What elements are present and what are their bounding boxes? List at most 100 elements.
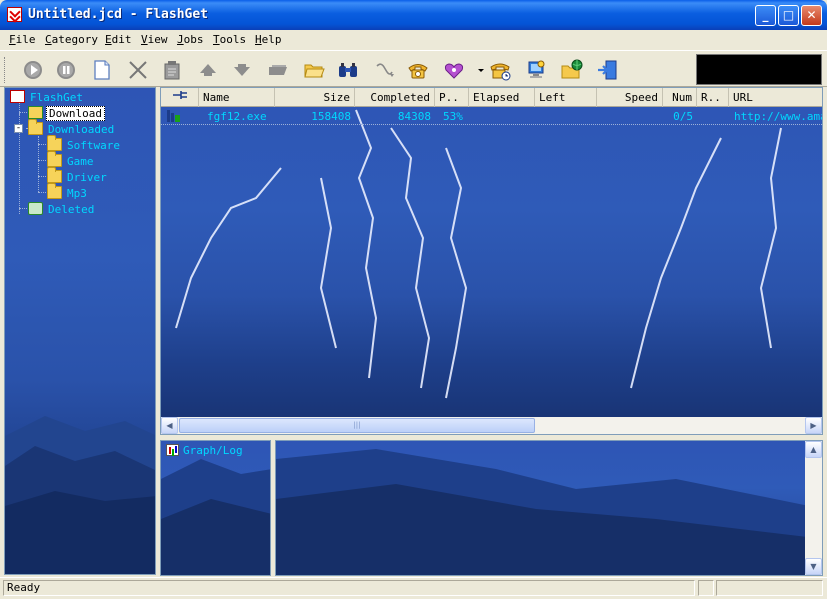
tree-root-flashget[interactable]: FlashGet [10,90,85,104]
menu-jobs[interactable]: Jobs [177,33,204,46]
column-header-name[interactable]: Name [199,88,275,107]
graph-icon [166,444,179,456]
maximize-button[interactable]: □ [778,5,799,26]
tree-item-downloaded[interactable]: Downloaded [28,119,116,136]
job-size: 158408 [311,110,351,123]
status-cell-secondary [698,580,714,596]
tree-item-label: Downloaded [48,123,115,136]
menu-category[interactable]: Category [45,33,98,46]
tree-item-download[interactable]: Download [28,106,105,121]
title-bar[interactable]: Untitled.jcd - FlashGet _ □ ✕ [0,0,827,30]
scroll-down-button[interactable]: ▼ [805,558,822,575]
column-header-percent[interactable]: P.. [435,88,469,107]
speed-icon[interactable] [442,58,466,82]
tree-root-label: FlashGet [30,91,83,104]
status-bar: Ready [0,577,827,599]
start-icon[interactable] [21,58,45,82]
tree-item-label: Download [46,106,105,121]
table-row[interactable]: fgf12.exe 158408 84308 53% 0/5 http://ww… [161,109,822,126]
menu-help[interactable]: Help [255,33,282,46]
pause-icon[interactable] [54,58,78,82]
exit-icon[interactable] [596,58,620,82]
category-tree-panel[interactable]: FlashGet Download - Downloaded Software … [4,87,156,575]
speed-graph-box [696,54,822,85]
job-status-icon [166,109,182,126]
phone-icon[interactable] [406,58,430,82]
column-header-completed[interactable]: Completed [355,88,435,107]
graph-log-label: Graph/Log [183,444,243,457]
scroll-thumb[interactable]: ||| [179,418,535,433]
move-up-icon[interactable] [196,58,220,82]
dial-icon[interactable] [372,58,396,82]
job-url: http://www.amaz [734,110,822,123]
job-num: 0/5 [673,110,693,123]
background-mountains [276,449,822,575]
web-icon[interactable] [560,58,584,82]
column-header-elapsed[interactable]: Elapsed [469,88,535,107]
window-title: Untitled.jcd - FlashGet [28,7,209,22]
folder-icon [47,183,62,199]
list-horizontal-scrollbar[interactable]: ◀ ||| ▶ [161,417,822,434]
priority-column-header[interactable] [161,88,199,107]
status-text: Ready [3,580,695,596]
dropdown-icon[interactable] [469,58,484,82]
toolbar [0,50,827,87]
tree-item-game[interactable]: Game [47,151,96,168]
status-cell-tertiary [716,580,823,596]
background-mountains [161,459,270,575]
folder-icon [47,135,62,151]
tree-item-label: Deleted [48,203,95,216]
tree-expander[interactable]: - [14,124,23,133]
menu-bar: File Category Edit View Jobs Tools Help [0,30,827,50]
job-completed: 84308 [397,110,431,123]
delete-icon[interactable] [126,58,150,82]
column-header-size[interactable]: Size [275,88,355,107]
open-icon[interactable] [302,58,326,82]
graph-log-panel[interactable]: Graph/Log [160,440,271,576]
column-header-speed[interactable]: Speed [597,88,663,107]
menu-tools[interactable]: Tools [213,33,246,46]
scroll-left-button[interactable]: ◀ [161,417,178,434]
new-job-icon[interactable] [90,58,114,82]
menu-edit[interactable]: Edit [105,33,132,46]
site-explorer-icon[interactable] [524,58,548,82]
minimize-button[interactable]: _ [755,5,776,26]
column-header-num[interactable]: Num [663,88,697,107]
open-folder-icon[interactable] [266,58,290,82]
menu-view[interactable]: View [141,33,168,46]
move-down-icon[interactable] [230,58,254,82]
tree-item-driver[interactable]: Driver [47,167,109,184]
download-folder-icon [28,106,43,119]
close-button[interactable]: ✕ [801,5,822,26]
tree-item-mp3[interactable]: Mp3 [47,183,89,200]
tree-item-label: Software [67,139,120,152]
log-detail-panel[interactable]: ▲ ▼ [275,440,823,576]
scroll-up-button[interactable]: ▲ [805,441,822,458]
pin-icon [172,91,187,99]
log-vertical-scrollbar[interactable]: ▲ ▼ [805,441,822,575]
graph-log-title[interactable]: Graph/Log [166,444,243,457]
tree-item-label: Game [67,155,94,168]
column-header-left[interactable]: Left [535,88,597,107]
background-lightning [175,109,782,399]
properties-icon[interactable] [160,58,184,82]
job-percent: 53% [443,110,463,123]
flashget-icon [10,90,25,103]
job-name: fgf12.exe [207,110,267,123]
job-list-panel[interactable]: Name Size Completed P.. Elapsed Left Spe… [160,87,823,435]
tree-item-label: Mp3 [67,187,87,200]
recycle-bin-icon [28,202,43,215]
column-header-r[interactable]: R.. [697,88,729,107]
tree-item-software[interactable]: Software [47,135,122,152]
find-icon[interactable] [336,58,360,82]
tree-item-deleted[interactable]: Deleted [28,202,96,216]
column-header-url[interactable]: URL [729,88,822,107]
scroll-right-button[interactable]: ▶ [805,417,822,434]
flashget-app-icon[interactable] [7,7,22,22]
tree-item-label: Driver [67,171,107,184]
toolbar-grip[interactable] [4,57,7,83]
menu-file[interactable]: File [9,33,36,46]
schedule-icon[interactable] [488,58,512,82]
list-header: Name Size Completed P.. Elapsed Left Spe… [161,88,822,107]
folder-icon [28,119,43,135]
